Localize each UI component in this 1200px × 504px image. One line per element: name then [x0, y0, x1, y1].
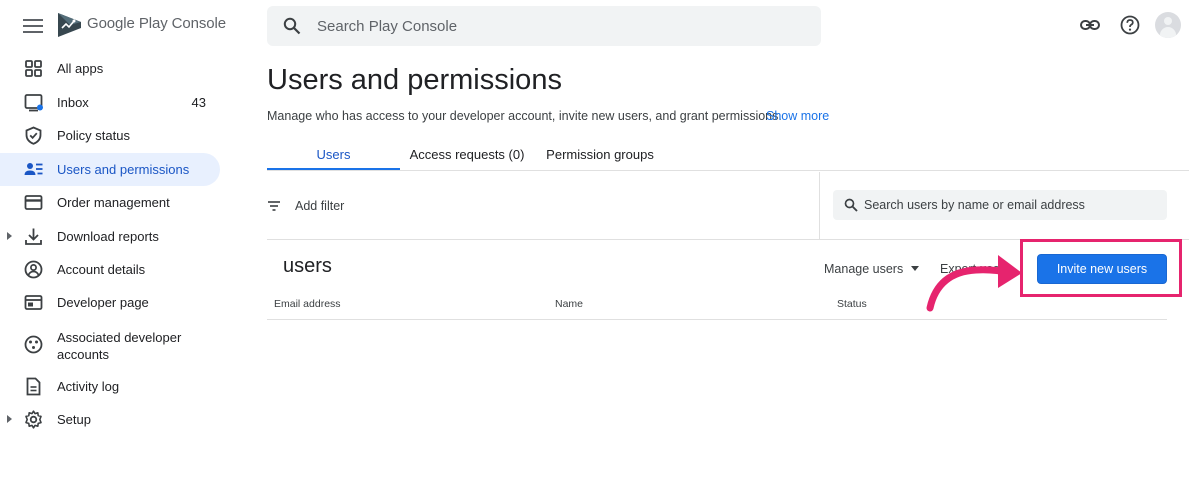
table-header-divider — [267, 319, 1167, 320]
users-list-icon — [24, 163, 43, 175]
sidebar-item-label: Download reports — [57, 229, 159, 244]
sidebar-item-label: Activity log — [57, 379, 120, 394]
sidebar-item-developer-page[interactable]: Developer page — [0, 286, 220, 319]
global-search[interactable] — [267, 6, 821, 46]
tab-permission-groups[interactable]: Permission groups — [534, 138, 666, 171]
page-title: Users and permissions — [267, 64, 562, 96]
tabs-divider — [267, 170, 1189, 171]
gear-icon — [25, 410, 42, 429]
sidebar-item-label: Account details — [57, 262, 146, 277]
help-icon[interactable] — [1119, 14, 1141, 36]
sidebar-item-label: Inbox — [57, 95, 89, 110]
brand-name: Google Play Console — [87, 15, 227, 32]
link-icon[interactable] — [1079, 14, 1101, 36]
filter-icon — [268, 201, 280, 211]
sidebar-item-label: Associated developer accounts — [57, 330, 182, 362]
download-icon — [25, 228, 42, 245]
show-more-link[interactable]: Show more — [766, 109, 829, 123]
filter-divider — [819, 172, 820, 239]
tab-label: Access requests (0) — [409, 147, 525, 162]
linked-accounts-icon — [24, 335, 43, 354]
users-section-title: users — [283, 255, 332, 277]
sidebar-item-activity-log[interactable]: Activity log — [0, 370, 220, 403]
sidebar-item-label: All apps — [57, 61, 104, 76]
tab-label: Permission groups — [546, 147, 654, 162]
search-icon — [844, 198, 858, 212]
expand-arrow-icon[interactable] — [7, 415, 12, 423]
sidebar-item-label: Developer page — [57, 295, 149, 310]
tab-label: Users — [316, 147, 351, 162]
document-icon — [26, 377, 41, 396]
inbox-count: 43 — [191, 95, 206, 110]
expand-arrow-icon[interactable] — [7, 232, 12, 240]
sidebar-item-label: Setup — [57, 412, 91, 427]
tab-access-requests[interactable]: Access requests (0) — [400, 138, 534, 171]
grid-icon — [25, 60, 42, 77]
inbox-icon — [24, 94, 43, 112]
avatar-body — [1160, 27, 1176, 38]
main-menu-button[interactable] — [20, 14, 46, 38]
sidebar-item-all-apps[interactable]: All apps — [0, 52, 220, 85]
annotation-arrow — [926, 255, 1022, 312]
sidebar-item-order-management[interactable]: Order management — [0, 186, 220, 219]
sidebar-item-label: Order management — [57, 195, 170, 210]
shield-icon — [25, 126, 42, 145]
sidebar-item-label: Users and permissions — [57, 162, 190, 177]
sidebar-item-inbox[interactable]: Inbox 43 — [0, 86, 220, 119]
invite-new-users-button[interactable]: Invite new users — [1037, 254, 1167, 284]
sidebar-item-users-and-permissions[interactable]: Users and permissions — [0, 153, 220, 186]
page-description: Manage who has access to your developer … — [267, 109, 782, 123]
account-circle-icon — [24, 260, 43, 279]
tab-users[interactable]: Users — [267, 138, 400, 171]
sidebar-item-policy-status[interactable]: Policy status — [0, 119, 220, 152]
column-header-email[interactable]: Email address — [274, 298, 341, 310]
play-console-logo — [58, 13, 81, 37]
manage-users-label: Manage users — [824, 262, 904, 276]
web-page-icon — [24, 295, 43, 310]
column-header-name[interactable]: Name — [555, 298, 583, 310]
user-search[interactable] — [833, 190, 1167, 220]
search-icon — [283, 17, 301, 35]
search-input[interactable] — [317, 14, 797, 38]
credit-card-icon — [24, 195, 43, 210]
account-avatar[interactable] — [1155, 12, 1181, 38]
sidebar-item-associated-developer-accounts[interactable]: Associated developer accounts — [0, 328, 220, 362]
user-search-input[interactable] — [864, 196, 1154, 214]
sidebar-item-label: Policy status — [57, 128, 130, 143]
manage-users-dropdown[interactable]: Manage users — [824, 262, 920, 276]
sidebar-item-setup[interactable]: Setup — [0, 403, 220, 436]
add-filter-label: Add filter — [295, 199, 345, 213]
column-header-status[interactable]: Status — [837, 298, 867, 310]
sidebar-item-download-reports[interactable]: Download reports — [0, 220, 220, 253]
avatar-head — [1164, 17, 1172, 25]
sidebar-item-account-details[interactable]: Account details — [0, 253, 220, 286]
